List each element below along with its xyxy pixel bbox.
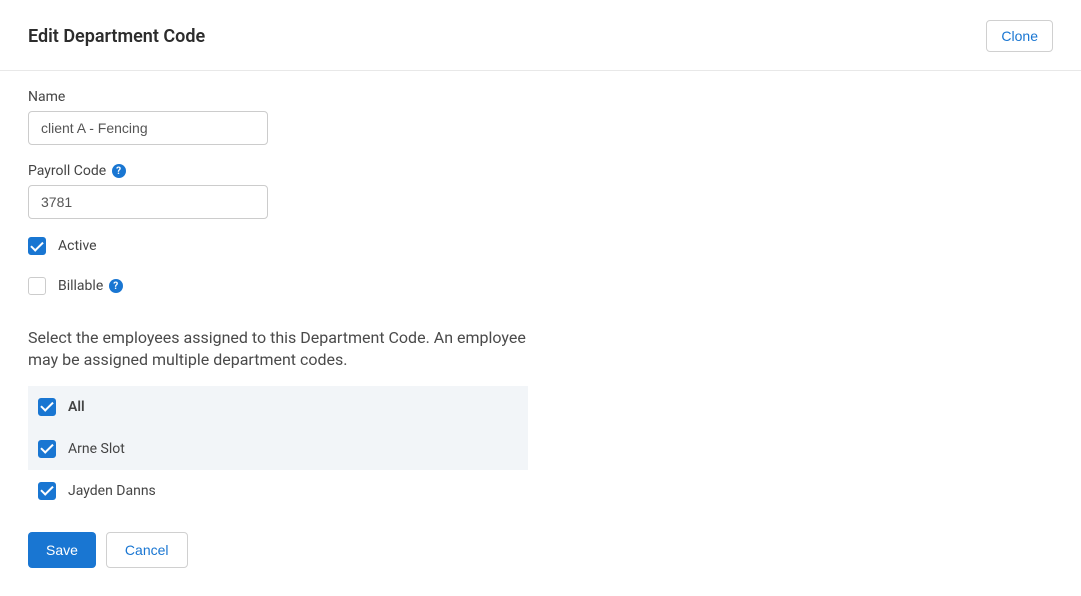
employee-name: Arne Slot [68, 441, 125, 457]
employee-all-row: All [28, 386, 528, 428]
employees-section-text: Select the employees assigned to this De… [28, 327, 528, 372]
help-icon[interactable]: ? [109, 279, 123, 293]
payroll-code-input[interactable] [28, 185, 268, 219]
name-label: Name [28, 89, 1053, 105]
billable-checkbox[interactable] [28, 277, 46, 295]
active-checkbox[interactable] [28, 237, 46, 255]
employee-name: Jayden Danns [68, 483, 156, 499]
active-label: Active [58, 238, 97, 254]
payroll-code-label-text: Payroll Code [28, 163, 106, 179]
clone-button[interactable]: Clone [986, 20, 1053, 52]
employee-checkbox[interactable] [38, 482, 56, 500]
save-button[interactable]: Save [28, 532, 96, 568]
billable-label: Billable ? [58, 278, 123, 294]
employee-list: All Arne Slot Jayden Danns [28, 386, 528, 512]
cancel-button[interactable]: Cancel [106, 532, 188, 568]
billable-label-text: Billable [58, 278, 103, 294]
all-label: All [68, 399, 85, 415]
help-icon[interactable]: ? [112, 164, 126, 178]
name-input[interactable] [28, 111, 268, 145]
employee-row: Arne Slot [28, 428, 528, 470]
employee-checkbox[interactable] [38, 440, 56, 458]
employee-row: Jayden Danns [28, 470, 528, 512]
payroll-code-label: Payroll Code ? [28, 163, 1053, 179]
all-checkbox[interactable] [38, 398, 56, 416]
page-title: Edit Department Code [28, 26, 205, 47]
